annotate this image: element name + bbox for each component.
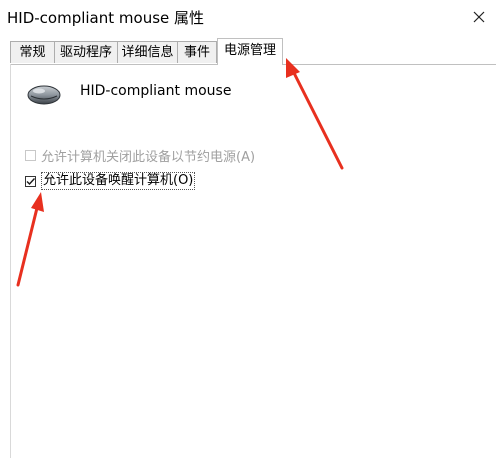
tab-driver-label: 驱动程序 <box>59 45 112 60</box>
properties-dialog: HID-compliant mouse 属性 常规 驱动程序 详细信息 事件 电… <box>0 0 500 458</box>
tab-general[interactable]: 常规 <box>10 41 55 63</box>
tab-strip: 常规 驱动程序 详细信息 事件 电源管理 <box>0 38 500 65</box>
tab-events[interactable]: 事件 <box>177 41 217 63</box>
allow-turn-off-option[interactable]: 允许计算机关闭此设备以节约电源(A) <box>25 146 256 165</box>
annotation-arrow-checkbox <box>16 192 44 287</box>
tab-power-management-label: 电源管理 <box>223 43 276 58</box>
close-icon <box>473 11 485 23</box>
annotation-arrow-tab <box>286 58 344 170</box>
tab-details-label: 详细信息 <box>121 45 174 60</box>
allow-wake-option[interactable]: 允许此设备唤醒计算机(O) <box>25 172 196 190</box>
allow-wake-label: 允许此设备唤醒计算机(O) <box>41 172 196 190</box>
window-title: HID-compliant mouse 属性 <box>7 9 205 27</box>
annotation-arrows <box>16 58 344 287</box>
mouse-icon <box>27 85 61 105</box>
tab-events-label: 事件 <box>183 45 210 60</box>
checkmark-icon <box>26 177 36 185</box>
allow-turn-off-checkbox[interactable] <box>25 149 36 161</box>
panel-left-border <box>10 64 11 458</box>
tab-driver[interactable]: 驱动程序 <box>54 41 118 63</box>
allow-wake-checkbox[interactable] <box>25 175 36 187</box>
tab-power-management[interactable]: 电源管理 <box>217 38 283 65</box>
device-name: HID-compliant mouse <box>80 83 232 99</box>
tab-details[interactable]: 详细信息 <box>117 41 178 63</box>
allow-turn-off-label: 允许计算机关闭此设备以节约电源(A) <box>41 149 256 165</box>
title-bar: HID-compliant mouse 属性 <box>0 0 500 36</box>
close-button[interactable] <box>458 0 500 34</box>
tab-general-label: 常规 <box>19 45 46 60</box>
